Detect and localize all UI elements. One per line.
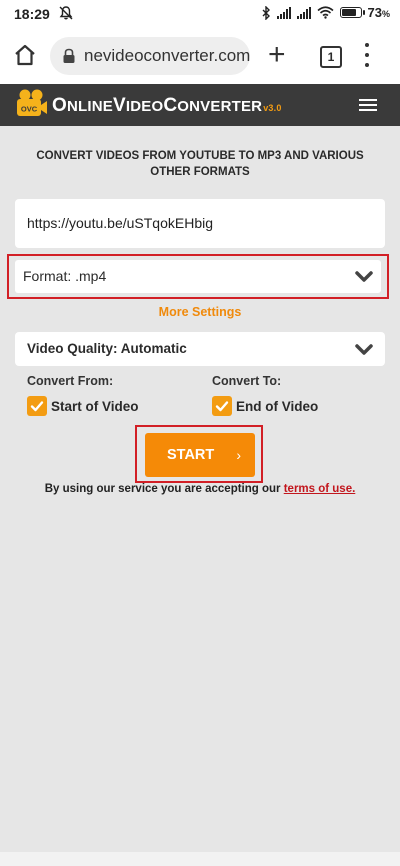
terms-of-use-link[interactable]: terms of use. (284, 483, 356, 495)
video-quality-select[interactable]: Video Quality: Automatic (15, 332, 385, 366)
tabs-icon[interactable]: 1 (320, 46, 342, 68)
site-brand[interactable]: ONLINEVIDEOCONVERTERv3.0 (52, 95, 282, 117)
url-text: nevideoconverter.com (84, 46, 250, 65)
chevron-down-icon (355, 344, 373, 355)
new-tab-icon[interactable]: + (268, 40, 286, 70)
lock-icon (63, 48, 75, 63)
page-headline: CONVERT VIDEOS FROM YOUTUBE TO MP3 AND V… (36, 150, 364, 178)
checkmark-icon (215, 401, 229, 412)
browser-toolbar: nevideoconverter.com + 1 (0, 28, 400, 84)
version-label: v3.0 (263, 103, 282, 113)
terms-text: By using our service you are accepting o… (44, 483, 281, 495)
logo-text: OVC (21, 105, 38, 114)
mute-icon (59, 6, 73, 20)
more-settings-link[interactable]: More Settings (0, 305, 400, 319)
wifi-icon (316, 6, 334, 19)
status-icons: 73% (262, 5, 390, 20)
logo-camera-icon[interactable]: OVC (14, 88, 48, 120)
chevron-down-icon (355, 271, 373, 282)
start-of-video-checkbox[interactable] (27, 396, 47, 416)
more-menu-icon[interactable] (364, 43, 370, 67)
end-of-video-checkbox[interactable] (212, 396, 232, 416)
site-header: OVC ONLINEVIDEOCONVERTERv3.0 (0, 84, 400, 126)
format-highlight-frame: Format: .mp4 (7, 254, 389, 299)
convert-to-label: Convert To: (212, 374, 282, 388)
convert-from-label: Convert From: (27, 374, 114, 388)
signal-icon (276, 6, 291, 19)
signal-icon (296, 6, 311, 19)
status-bar: 18:29 73% (0, 0, 400, 28)
bottom-bar (0, 852, 400, 866)
home-icon[interactable] (12, 42, 38, 68)
battery-icon (339, 7, 365, 18)
hamburger-menu-icon[interactable] (359, 99, 377, 111)
start-highlight-frame: START › (135, 425, 263, 483)
start-button[interactable]: START › (145, 433, 255, 477)
terms-notice: By using our service you are accepting o… (0, 483, 400, 495)
end-of-video-label[interactable]: End of Video (236, 399, 318, 414)
status-time: 18:29 (14, 6, 50, 22)
battery-percent: 73% (367, 5, 390, 20)
format-select-label: Format: .mp4 (23, 268, 107, 284)
video-quality-label: Video Quality: Automatic (27, 341, 187, 356)
start-of-video-label[interactable]: Start of Video (51, 399, 139, 414)
video-url-input[interactable]: https://youtu.be/uSTqokEHbig (15, 199, 385, 248)
chevron-right-icon: › (236, 447, 241, 463)
bluetooth-icon (262, 5, 270, 20)
format-select[interactable]: Format: .mp4 (15, 260, 381, 293)
address-bar[interactable]: nevideoconverter.com (50, 37, 250, 75)
checkmark-icon (30, 401, 44, 412)
start-button-label: START (167, 447, 215, 463)
